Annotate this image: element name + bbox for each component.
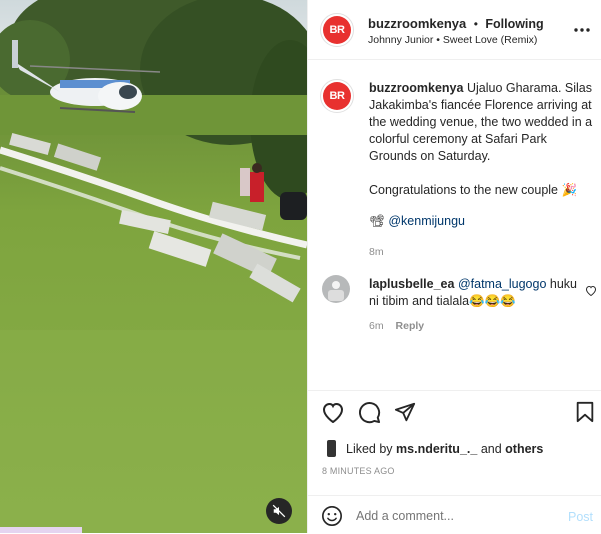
mute-button[interactable] (266, 498, 292, 524)
post-video[interactable] (0, 0, 307, 533)
caption-body: buzzroomkenya Ujaluo Gharama. Silas Jaka… (369, 80, 597, 165)
comment-time[interactable]: 6m (369, 320, 384, 332)
liker-avatar-image (327, 440, 336, 457)
share-button[interactable] (392, 399, 418, 425)
add-comment-input[interactable] (356, 506, 556, 526)
caption-congrats: Congratulations to the new couple 🎉 (369, 183, 578, 197)
audio-track-link[interactable]: Johnny Junior • Sweet Love (Remix) (368, 34, 537, 46)
post-header: BR buzzroomkenya • Following Johnny Juni… (308, 0, 601, 60)
header-dot: • (473, 17, 478, 31)
bookmark-icon (576, 401, 594, 423)
emoji-button[interactable] (320, 504, 344, 528)
post-details-panel: BR buzzroomkenya • Following Johnny Juni… (307, 0, 601, 533)
likes-and: and (480, 442, 502, 456)
comment-item: laplusbelle_ea @fatma_lugogo huku ni tib… (369, 276, 579, 310)
video-frame-image (0, 0, 307, 533)
post-comment-button[interactable]: Post (568, 510, 593, 524)
heart-icon (585, 285, 597, 296)
emoji-icon (322, 506, 342, 526)
reply-button[interactable]: Reply (396, 320, 425, 332)
camera-emoji: 📽 (369, 214, 385, 228)
comment-mention-link[interactable]: @fatma_lugogo (458, 277, 546, 291)
comment-icon (358, 401, 380, 423)
caption-username[interactable]: buzzroomkenya (369, 81, 463, 95)
avatar-logo: BR (323, 16, 351, 44)
following-button[interactable]: Following (485, 17, 543, 31)
liker-username[interactable]: ms.nderitu_._ (396, 442, 477, 456)
caption-avatar[interactable]: BR (320, 79, 354, 113)
post-caption: buzzroomkenya Ujaluo Gharama. Silas Jaka… (369, 80, 597, 261)
caption-time[interactable]: 8m (369, 244, 597, 261)
likes-others-link[interactable]: others (505, 442, 543, 456)
avatar-logo: BR (323, 82, 351, 110)
commenter-avatar-detail (332, 281, 340, 289)
actions-divider (308, 390, 601, 391)
post-timestamp[interactable]: 8 MINUTES AGO (322, 466, 395, 476)
more-options-icon (574, 28, 590, 32)
more-options-button[interactable] (572, 22, 592, 38)
like-button[interactable] (320, 399, 346, 425)
avatar[interactable]: BR (320, 13, 354, 47)
likes-prefix: Liked by (346, 442, 393, 456)
commenter-avatar-detail (328, 290, 344, 301)
comment-username[interactable]: laplusbelle_ea (369, 277, 454, 291)
save-button[interactable] (572, 399, 598, 425)
heart-icon (322, 402, 344, 423)
credit-mention-link[interactable]: @kenmijungu (388, 214, 465, 228)
comment-like-button[interactable] (584, 283, 598, 297)
share-icon (394, 402, 416, 422)
comment-meta: 6m Reply (369, 320, 424, 332)
likes-summary: Liked by ms.nderitu_._ and others (346, 442, 543, 456)
comment-button[interactable] (356, 399, 382, 425)
video-overlay-strip (0, 527, 82, 533)
muted-speaker-icon (272, 504, 286, 518)
header-username[interactable]: buzzroomkenya (368, 16, 466, 31)
liker-avatar[interactable] (322, 439, 342, 459)
add-comment-bar: Post (308, 495, 601, 534)
header-title-row: buzzroomkenya • Following (368, 15, 544, 33)
commenter-avatar[interactable] (322, 275, 350, 303)
caption-credit: 📽 @kenmijungu (369, 213, 597, 230)
